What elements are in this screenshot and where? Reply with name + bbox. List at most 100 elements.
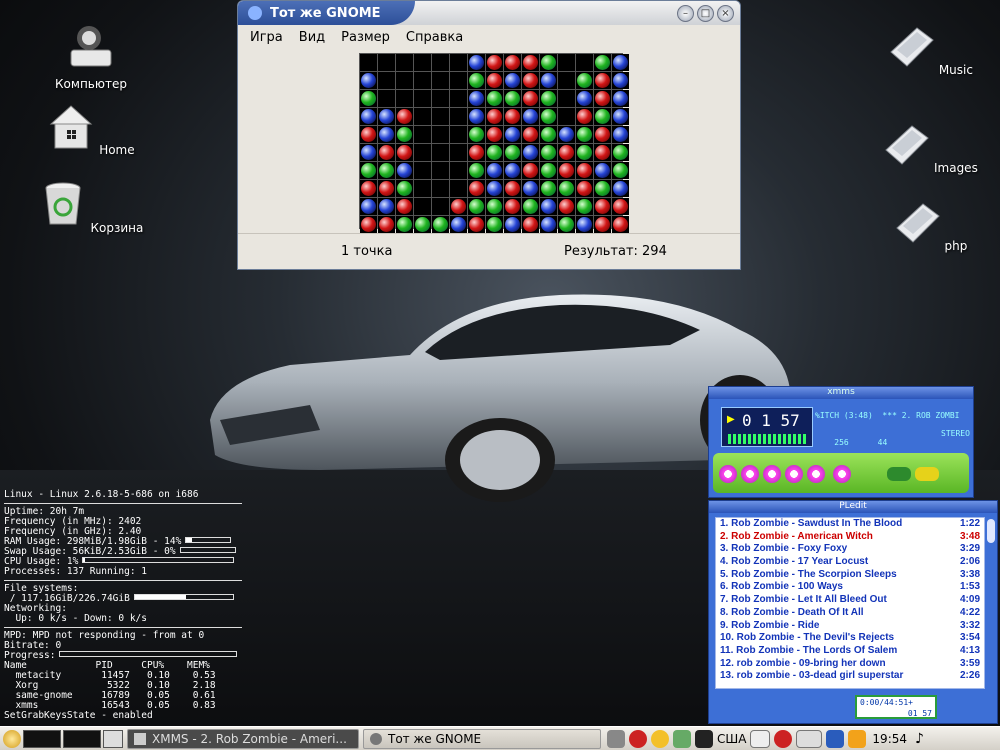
desktop-icon-computer[interactable]: Компьютер: [36, 22, 146, 91]
board-cell[interactable]: [378, 108, 395, 125]
board-cell[interactable]: [612, 72, 629, 89]
board-cell[interactable]: [504, 144, 521, 161]
keyboard-layout[interactable]: США: [717, 732, 746, 746]
desktop-icon-images[interactable]: Images: [875, 120, 985, 175]
board-cell[interactable]: [612, 54, 629, 71]
board-cell[interactable]: [450, 54, 467, 71]
board-cell[interactable]: [522, 216, 539, 233]
playlist-item[interactable]: 12. rob zombie - 09-bring her down 3:59: [716, 658, 984, 671]
board-cell[interactable]: [414, 54, 431, 71]
board-cell[interactable]: [540, 144, 557, 161]
board-cell[interactable]: [468, 126, 485, 143]
board-cell[interactable]: [594, 162, 611, 179]
maximize-button[interactable]: □: [697, 4, 714, 22]
playlist-item[interactable]: 7. Rob Zombie - Let It All Bleed Out 4:09: [716, 594, 984, 607]
board-cell[interactable]: [540, 90, 557, 107]
board-cell[interactable]: [396, 54, 413, 71]
board-cell[interactable]: [522, 126, 539, 143]
board-cell[interactable]: [414, 108, 431, 125]
board-cell[interactable]: [378, 72, 395, 89]
smiley-icon[interactable]: [651, 729, 669, 748]
board-cell[interactable]: [360, 72, 377, 89]
board-cell[interactable]: [576, 108, 593, 125]
board-cell[interactable]: [504, 180, 521, 197]
board-cell[interactable]: [558, 126, 575, 143]
board-cell[interactable]: [432, 54, 449, 71]
playlist-item[interactable]: 5. Rob Zombie - The Scorpion Sleeps 3:38: [716, 569, 984, 582]
board-cell[interactable]: [522, 180, 539, 197]
playlist-item[interactable]: 2. Rob Zombie - American Witch 3:48: [716, 531, 984, 544]
board-cell[interactable]: [504, 162, 521, 179]
board-cell[interactable]: [432, 144, 449, 161]
board-cell[interactable]: [396, 180, 413, 197]
desktop-icon-trash[interactable]: Корзина: [36, 180, 146, 235]
board-cell[interactable]: [504, 108, 521, 125]
board-cell[interactable]: [396, 144, 413, 161]
board-cell[interactable]: [450, 144, 467, 161]
board-cell[interactable]: [414, 90, 431, 107]
menu-help[interactable]: Справка: [406, 30, 463, 45]
board-cell[interactable]: [522, 90, 539, 107]
board-cell[interactable]: [432, 90, 449, 107]
playlist-item[interactable]: 13. rob zombie - 03-dead girl superstar 2…: [716, 670, 984, 683]
board-cell[interactable]: [378, 90, 395, 107]
board-cell[interactable]: [360, 162, 377, 179]
workspace-2[interactable]: [63, 729, 101, 748]
playlist-item[interactable]: 6. Rob Zombie - 100 Ways 1:53: [716, 581, 984, 594]
board-cell[interactable]: [594, 54, 611, 71]
board-cell[interactable]: [360, 216, 377, 233]
board-cell[interactable]: [360, 198, 377, 215]
board-cell[interactable]: [522, 54, 539, 71]
board-cell[interactable]: [558, 108, 575, 125]
board-cell[interactable]: [486, 108, 503, 125]
board-cell[interactable]: [558, 162, 575, 179]
task-same-gnome[interactable]: Тот же GNOME: [363, 728, 601, 749]
board-cell[interactable]: [468, 216, 485, 233]
board-cell[interactable]: [576, 216, 593, 233]
board-cell[interactable]: [504, 90, 521, 107]
board-cell[interactable]: [594, 108, 611, 125]
board-cell[interactable]: [612, 126, 629, 143]
board-cell[interactable]: [432, 108, 449, 125]
board-cell[interactable]: [540, 198, 557, 215]
board-cell[interactable]: [486, 198, 503, 215]
board-cell[interactable]: [504, 126, 521, 143]
board-cell[interactable]: [468, 72, 485, 89]
board-cell[interactable]: [486, 126, 503, 143]
board-cell[interactable]: [432, 126, 449, 143]
board-cell[interactable]: [576, 180, 593, 197]
board-cell[interactable]: [486, 216, 503, 233]
board-cell[interactable]: [468, 162, 485, 179]
board-cell[interactable]: [504, 198, 521, 215]
board-cell[interactable]: [378, 54, 395, 71]
monitor-icon[interactable]: [826, 729, 845, 748]
task-xmms[interactable]: XMMS - 2. Rob Zombie - Ameri...: [127, 728, 359, 749]
board-cell[interactable]: [414, 180, 431, 197]
window-title-tab[interactable]: Тот же GNOME: [238, 1, 415, 25]
board-cell[interactable]: [558, 180, 575, 197]
board-cell[interactable]: [576, 144, 593, 161]
menu-size[interactable]: Размер: [341, 30, 390, 45]
board-cell[interactable]: [396, 198, 413, 215]
board-cell[interactable]: [414, 144, 431, 161]
board-cell[interactable]: [378, 144, 395, 161]
board-cell[interactable]: [612, 162, 629, 179]
board-cell[interactable]: [558, 72, 575, 89]
board-cell[interactable]: [612, 216, 629, 233]
board-cell[interactable]: [504, 72, 521, 89]
playlist-item[interactable]: 3. Rob Zombie - Foxy Foxy 3:29: [716, 543, 984, 556]
pidgin-icon[interactable]: [673, 729, 691, 748]
board-cell[interactable]: [450, 72, 467, 89]
stop-button[interactable]: [785, 465, 803, 483]
board-cell[interactable]: [378, 180, 395, 197]
board-cell[interactable]: [432, 216, 449, 233]
window-titlebar[interactable]: Тот же GNOME – □ ×: [238, 1, 740, 25]
opera-icon-2[interactable]: [774, 729, 793, 748]
desktop-icon-home[interactable]: Home: [36, 102, 146, 157]
board-cell[interactable]: [414, 216, 431, 233]
board-cell[interactable]: [378, 162, 395, 179]
board-cell[interactable]: [360, 180, 377, 197]
board-cell[interactable]: [486, 72, 503, 89]
board-cell[interactable]: [468, 108, 485, 125]
board-cell[interactable]: [594, 90, 611, 107]
